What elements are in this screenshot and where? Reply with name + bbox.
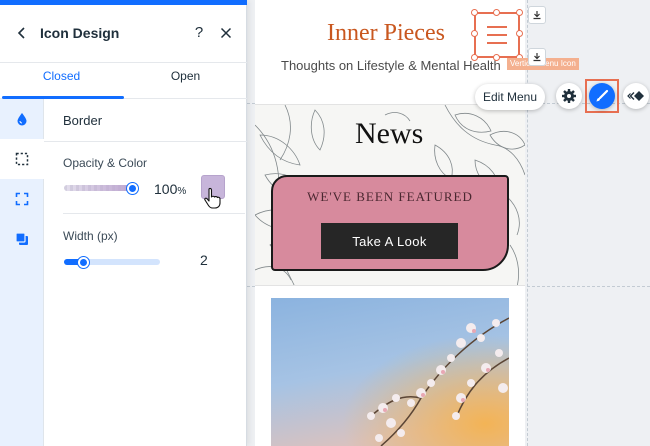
opacity-unit: %	[177, 186, 187, 197]
resize-handle[interactable]	[471, 9, 478, 16]
opacity-number: 100	[154, 181, 178, 197]
design-side-rail	[0, 99, 44, 446]
rail-item-border[interactable]	[0, 139, 44, 179]
back-button[interactable]	[12, 23, 32, 43]
gear-icon	[562, 89, 576, 103]
blossom-image	[271, 298, 509, 446]
width-slider-knob[interactable]	[77, 256, 89, 268]
menu-icon-selection[interactable]	[471, 9, 523, 61]
opacity-slider-knob[interactable]	[126, 182, 138, 194]
chevron-left-icon	[17, 27, 25, 39]
width-value[interactable]: 2	[200, 252, 208, 268]
resize-handle[interactable]	[493, 9, 500, 16]
panel-title: Icon Design	[40, 25, 120, 41]
site-page: Inner Pieces Thoughts on Lifestyle & Men…	[255, 0, 525, 446]
animation-button[interactable]	[623, 83, 649, 109]
help-button[interactable]: ?	[189, 23, 209, 43]
site-tagline[interactable]: Thoughts on Lifestyle & Mental Health	[281, 58, 501, 73]
corners-icon	[15, 192, 29, 206]
rail-item-corners[interactable]	[0, 179, 44, 219]
close-icon	[220, 27, 232, 39]
download-icon[interactable]	[528, 48, 546, 66]
fill-drop-icon	[17, 113, 27, 126]
resize-handle[interactable]	[493, 54, 500, 61]
section-title-border: Border	[63, 113, 103, 128]
news-title[interactable]: News	[355, 117, 423, 151]
opacity-color-label: Opacity & Color	[63, 156, 148, 170]
hand-pointer-icon	[204, 187, 221, 209]
close-button[interactable]	[216, 23, 236, 43]
tab-closed[interactable]: Closed	[0, 58, 123, 99]
opacity-slider[interactable]	[64, 182, 138, 194]
hamburger-icon	[487, 26, 507, 44]
settings-button[interactable]	[556, 83, 582, 109]
opacity-slider-fill	[64, 185, 132, 191]
editor-canvas: Inner Pieces Thoughts on Lifestyle & Men…	[247, 0, 650, 446]
panel-header: Icon Design ?	[0, 0, 247, 63]
news-strip[interactable]: News WE'VE BEEN FEATURED Take A Look	[255, 104, 525, 286]
resize-handle[interactable]	[516, 30, 523, 37]
resize-handle[interactable]	[471, 54, 478, 61]
animation-icon	[627, 91, 644, 101]
icon-design-panel: Icon Design ? Closed Open Border Opacity…	[0, 0, 247, 446]
design-button[interactable]	[589, 83, 615, 109]
state-tabs: Closed Open	[0, 58, 247, 99]
brush-icon	[596, 89, 609, 102]
featured-text: WE'VE BEEN FEATURED	[307, 189, 473, 204]
featured-box[interactable]: WE'VE BEEN FEATURED Take A Look	[271, 175, 509, 271]
resize-handle[interactable]	[471, 30, 478, 37]
resize-handle[interactable]	[516, 9, 523, 16]
opacity-value[interactable]: 100%	[154, 181, 186, 197]
edit-menu-button[interactable]: Edit Menu	[475, 84, 545, 110]
site-title[interactable]: Inner Pieces	[327, 20, 445, 47]
width-slider[interactable]	[64, 256, 160, 268]
take-a-look-button[interactable]: Take A Look	[321, 223, 458, 259]
shadow-icon	[15, 232, 28, 245]
rail-item-fill[interactable]	[0, 99, 44, 139]
tab-open[interactable]: Open	[124, 58, 247, 99]
border-icon	[15, 152, 29, 166]
blossom-photo[interactable]	[271, 298, 509, 446]
download-icon[interactable]	[528, 6, 546, 24]
divider	[44, 141, 247, 142]
rail-item-shadow[interactable]	[0, 219, 44, 259]
divider	[63, 213, 245, 214]
width-label: Width (px)	[63, 229, 118, 243]
